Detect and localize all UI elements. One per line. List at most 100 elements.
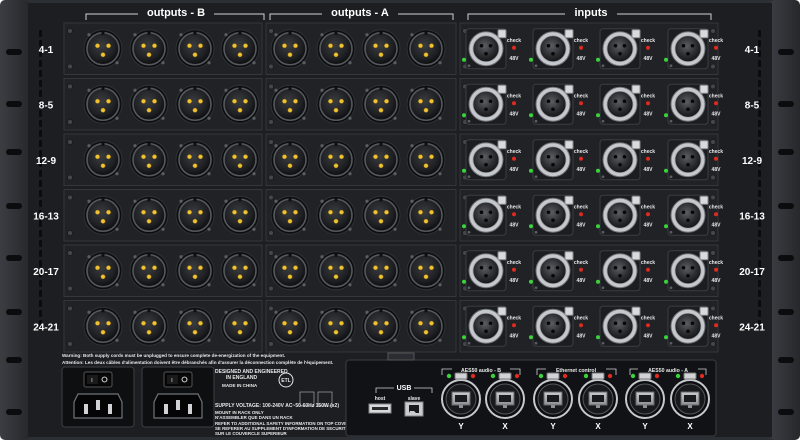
xlr-input-connector[interactable] [465, 83, 507, 125]
xlr-latch-button[interactable] [564, 251, 574, 261]
xlr-latch-button[interactable] [699, 140, 709, 150]
xlr-output-connector[interactable] [270, 306, 310, 346]
xlr-input-connector[interactable] [465, 28, 507, 70]
xlr-latch-button[interactable] [631, 306, 641, 316]
ethercon-latch[interactable] [638, 372, 652, 380]
xlr-latch-button[interactable] [497, 84, 507, 94]
xlr-latch-button[interactable] [564, 140, 574, 150]
xlr-input-connector[interactable] [532, 194, 574, 236]
xlr-input-connector[interactable] [667, 194, 709, 236]
xlr-output-connector[interactable] [406, 29, 446, 69]
xlr-latch-button[interactable] [497, 251, 507, 261]
xlr-latch-button[interactable] [497, 306, 507, 316]
xlr-latch-button[interactable] [699, 29, 709, 39]
xlr-latch-button[interactable] [699, 306, 709, 316]
xlr-output-connector[interactable] [316, 29, 356, 69]
usb-host-port[interactable] [368, 403, 392, 414]
xlr-input-connector[interactable] [599, 250, 641, 292]
xlr-input-connector[interactable] [599, 83, 641, 125]
xlr-latch-button[interactable] [699, 84, 709, 94]
xlr-output-connector[interactable] [361, 29, 401, 69]
xlr-output-connector[interactable] [220, 306, 260, 346]
xlr-output-connector[interactable] [83, 29, 123, 69]
xlr-output-connector[interactable] [361, 84, 401, 124]
ethercon-latch[interactable] [591, 372, 605, 380]
xlr-input-connector[interactable] [667, 28, 709, 70]
xlr-latch-button[interactable] [497, 140, 507, 150]
ethercon-latch[interactable] [454, 372, 468, 380]
xlr-input-connector[interactable] [599, 139, 641, 181]
xlr-latch-button[interactable] [564, 84, 574, 94]
xlr-input-connector[interactable] [667, 83, 709, 125]
xlr-output-connector[interactable] [316, 251, 356, 291]
xlr-input-connector[interactable] [532, 28, 574, 70]
xlr-input-connector[interactable] [465, 139, 507, 181]
ethercon-latch[interactable] [683, 372, 697, 380]
xlr-output-connector[interactable] [129, 84, 169, 124]
ethercon-latch[interactable] [546, 372, 560, 380]
xlr-output-connector[interactable] [129, 29, 169, 69]
xlr-input-connector[interactable] [667, 139, 709, 181]
power-inlet-2[interactable]: I [141, 366, 215, 428]
xlr-output-connector[interactable] [129, 251, 169, 291]
xlr-input-connector[interactable] [465, 194, 507, 236]
xlr-output-connector[interactable] [406, 306, 446, 346]
xlr-input-connector[interactable] [465, 305, 507, 347]
xlr-output-connector[interactable] [406, 251, 446, 291]
xlr-output-connector[interactable] [129, 306, 169, 346]
xlr-output-connector[interactable] [220, 140, 260, 180]
xlr-input-connector[interactable] [465, 250, 507, 292]
xlr-input-connector[interactable] [667, 250, 709, 292]
xlr-output-connector[interactable] [270, 29, 310, 69]
xlr-output-connector[interactable] [83, 306, 123, 346]
xlr-latch-button[interactable] [564, 195, 574, 205]
xlr-latch-button[interactable] [497, 29, 507, 39]
xlr-output-connector[interactable] [406, 195, 446, 235]
xlr-latch-button[interactable] [699, 195, 709, 205]
xlr-output-connector[interactable] [129, 195, 169, 235]
xlr-output-connector[interactable] [83, 140, 123, 180]
xlr-output-connector[interactable] [83, 84, 123, 124]
xlr-output-connector[interactable] [220, 29, 260, 69]
xlr-latch-button[interactable] [631, 84, 641, 94]
xlr-output-connector[interactable] [175, 251, 215, 291]
xlr-output-connector[interactable] [270, 251, 310, 291]
xlr-latch-button[interactable] [564, 29, 574, 39]
xlr-output-connector[interactable] [220, 251, 260, 291]
xlr-input-connector[interactable] [532, 250, 574, 292]
xlr-output-connector[interactable] [316, 195, 356, 235]
xlr-output-connector[interactable] [270, 140, 310, 180]
xlr-latch-button[interactable] [631, 195, 641, 205]
xlr-latch-button[interactable] [564, 306, 574, 316]
xlr-output-connector[interactable] [83, 195, 123, 235]
xlr-latch-button[interactable] [497, 195, 507, 205]
xlr-output-connector[interactable] [220, 195, 260, 235]
xlr-input-connector[interactable] [599, 305, 641, 347]
xlr-output-connector[interactable] [175, 84, 215, 124]
xlr-output-connector[interactable] [175, 195, 215, 235]
xlr-output-connector[interactable] [361, 140, 401, 180]
xlr-output-connector[interactable] [406, 84, 446, 124]
xlr-output-connector[interactable] [175, 29, 215, 69]
power-inlet-1[interactable]: I [61, 366, 135, 428]
xlr-output-connector[interactable] [220, 84, 260, 124]
xlr-output-connector[interactable] [316, 84, 356, 124]
xlr-output-connector[interactable] [361, 251, 401, 291]
xlr-output-connector[interactable] [270, 84, 310, 124]
xlr-output-connector[interactable] [316, 140, 356, 180]
xlr-output-connector[interactable] [129, 140, 169, 180]
xlr-latch-button[interactable] [631, 251, 641, 261]
xlr-input-connector[interactable] [532, 139, 574, 181]
usb-slave-port[interactable] [404, 401, 424, 417]
xlr-output-connector[interactable] [361, 195, 401, 235]
xlr-output-connector[interactable] [270, 195, 310, 235]
xlr-output-connector[interactable] [175, 306, 215, 346]
xlr-latch-button[interactable] [631, 140, 641, 150]
xlr-output-connector[interactable] [361, 306, 401, 346]
xlr-input-connector[interactable] [599, 194, 641, 236]
xlr-latch-button[interactable] [631, 29, 641, 39]
xlr-latch-button[interactable] [699, 251, 709, 261]
xlr-input-connector[interactable] [599, 28, 641, 70]
xlr-output-connector[interactable] [83, 251, 123, 291]
xlr-input-connector[interactable] [532, 83, 574, 125]
